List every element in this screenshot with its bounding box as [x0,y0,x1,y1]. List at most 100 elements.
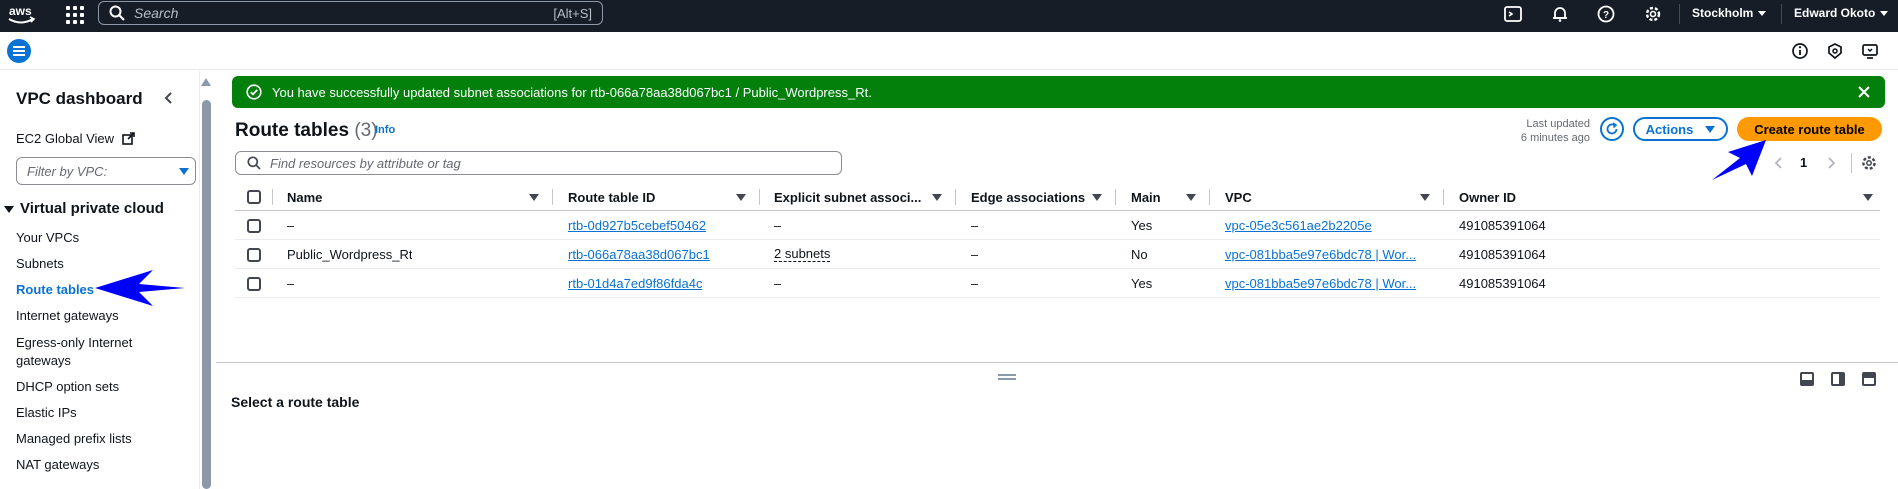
sidebar-item-managed-prefix-lists[interactable]: Managed prefix lists [16,431,132,446]
sidebar-item-route-tables[interactable]: Route tables [16,282,94,297]
sidebar-item-elastic-ips[interactable]: Elastic IPs [16,405,77,420]
notifications-bell-icon[interactable] [1550,4,1570,24]
annotation-arrow-icon [1712,140,1766,180]
column-header-main[interactable]: Main [1131,190,1161,205]
table-row[interactable]: – rtb-01d4a7ed9f86fda4c – – Yes vpc-081b… [235,269,1880,298]
success-check-icon [246,84,262,100]
column-divider [272,189,273,205]
chevron-down-icon [1705,125,1716,133]
secondary-toolbar [0,32,1898,70]
sort-caret-icon[interactable] [1420,194,1430,201]
next-page-icon[interactable] [1824,156,1838,170]
user-name: Edward Okoto [1794,6,1876,20]
sort-caret-icon[interactable] [1186,194,1196,201]
sidebar-section-virtual-private-cloud[interactable]: Virtual private cloud [4,200,164,217]
region-selector[interactable]: Stockholm [1692,6,1767,20]
expand-caret-icon [4,205,14,213]
cell-route-table-id-link[interactable]: rtb-066a78aa38d067bc1 [568,247,710,262]
create-route-table-label: Create route table [1754,121,1865,137]
resize-handle-icon[interactable] [998,374,1016,380]
settings-gear-icon[interactable] [1643,4,1663,24]
info-link[interactable]: Info [375,124,395,136]
svg-text:aws: aws [9,4,32,18]
scroll-up-arrow-icon[interactable] [201,78,211,86]
top-navigation: aws Search [Alt+S] ? Stockholm Edward Ok… [0,0,1898,32]
info-panel-icon[interactable] [1791,42,1809,60]
actions-label: Actions [1645,121,1694,137]
resource-filter-input[interactable]: Find resources by attribute or tag [235,151,842,175]
cell-vpc-link[interactable]: vpc-081bba5e97e6bdc78 | Wor... [1225,276,1430,291]
split-bottom-icon[interactable] [1800,372,1814,386]
current-page-number[interactable]: 1 [1800,155,1807,170]
cell-route-table-id-link[interactable]: rtb-01d4a7ed9f86fda4c [568,276,702,291]
sidebar-item-nat-gateways[interactable]: NAT gateways [16,457,99,472]
close-icon[interactable] [1857,85,1871,99]
services-menu-icon[interactable] [64,4,84,24]
cell-name: Public_Wordpress_Rt [287,247,413,262]
aws-logo-icon[interactable]: aws [6,2,38,28]
cell-owner-id: 491085391064 [1459,276,1546,291]
table-row[interactable]: Public_Wordpress_Rt rtb-066a78aa38d067bc… [235,240,1880,269]
global-search-input[interactable]: Search [Alt+S] [98,1,603,25]
sidebar-item-dhcp-option-sets[interactable]: DHCP option sets [16,379,119,394]
sidebar-title[interactable]: VPC dashboard [16,89,143,109]
row-checkbox[interactable] [247,277,261,291]
cell-vpc-link[interactable]: vpc-081bba5e97e6bdc78 | Wor... [1225,247,1430,262]
search-shortcut: [Alt+S] [553,5,592,21]
refresh-icon [1606,122,1618,135]
scroll-thumb[interactable] [202,100,211,489]
column-header-owner-id[interactable]: Owner ID [1459,190,1516,205]
row-checkbox[interactable] [247,248,261,262]
refresh-button[interactable] [1600,117,1624,141]
external-link-icon [121,132,135,145]
sort-caret-icon[interactable] [1092,194,1102,201]
sidebar-item-egress-only-internet-gateways[interactable]: Egress-only Internet gateways [16,334,156,370]
pager-divider [1851,153,1852,173]
security-shield-icon[interactable] [1826,42,1844,60]
cell-edge-associations: – [971,218,979,233]
feedback-screen-icon[interactable] [1861,42,1879,60]
column-header-name[interactable]: Name [287,190,322,205]
sidebar-item-your-vpcs[interactable]: Your VPCs [16,230,79,245]
column-header-explicit-subnet-associations[interactable]: Explicit subnet associ... [774,190,921,205]
column-header-vpc[interactable]: VPC [1225,190,1252,205]
region-label: Stockholm [1692,6,1754,20]
page-title-text: Route tables [235,120,350,141]
resource-filter-placeholder: Find resources by attribute or tag [270,155,461,171]
sort-caret-icon[interactable] [932,194,942,201]
account-menu[interactable]: Edward Okoto [1794,6,1889,20]
select-all-checkbox[interactable] [247,190,261,204]
collapse-sidebar-icon[interactable] [162,91,176,105]
last-updated-label: Last updated [1526,118,1590,130]
sidebar-item-subnets[interactable]: Subnets [16,256,64,271]
nav-divider [1781,4,1782,24]
column-header-edge-associations[interactable]: Edge associations [971,190,1085,205]
split-close-icon[interactable] [1862,372,1876,386]
table-row[interactable]: – rtb-0d927b5cebef50462 – – Yes vpc-05e3… [235,211,1880,240]
sort-caret-icon[interactable] [529,194,539,201]
navigation-menu-button[interactable] [7,39,31,63]
cell-explicit-subnets: – [774,218,782,233]
sidebar-scrollbar[interactable] [201,78,212,489]
sidebar-item-ec2-global-view[interactable]: EC2 Global View [16,131,135,146]
last-updated-time: 6 minutes ago [1520,132,1590,144]
cloudshell-icon[interactable] [1503,4,1523,24]
cell-vpc-link[interactable]: vpc-05e3c561ae2b2205e [1225,218,1430,233]
sidebar-item-internet-gateways[interactable]: Internet gateways [16,308,119,323]
vpc-filter-select[interactable]: Filter by VPC: [16,157,196,185]
cell-main: Yes [1131,218,1153,233]
cell-owner-id: 491085391064 [1459,218,1546,233]
cell-explicit-subnets-popover[interactable]: 2 subnets [774,246,831,262]
sidebar-item-label: EC2 Global View [16,131,115,146]
previous-page-icon[interactable] [1772,156,1786,170]
column-header-route-table-id[interactable]: Route table ID [568,190,655,205]
table-preferences-gear-icon[interactable] [1860,154,1878,172]
row-checkbox[interactable] [247,219,261,233]
sort-caret-icon[interactable] [1863,194,1873,201]
split-side-icon[interactable] [1831,372,1845,386]
cell-route-table-id-link[interactable]: rtb-0d927b5cebef50462 [568,218,706,233]
help-icon[interactable]: ? [1596,4,1616,24]
sort-caret-icon[interactable] [736,194,746,201]
table-header-row: Name Route table ID Explicit subnet asso… [235,183,1880,211]
search-icon [109,5,125,21]
